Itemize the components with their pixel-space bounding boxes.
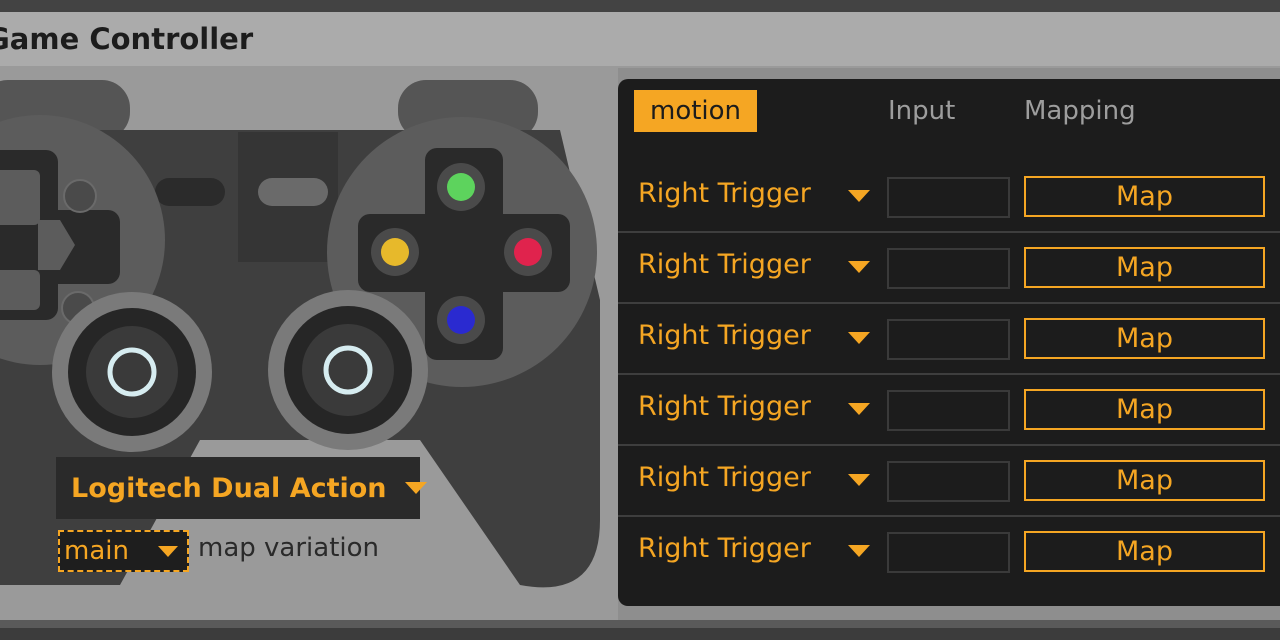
device-select-label: Logitech Dual Action xyxy=(71,472,387,504)
device-select[interactable]: Logitech Dual Action xyxy=(56,457,427,519)
map-variation-value: main xyxy=(64,536,129,566)
mapping-row: Right Trigger Map xyxy=(618,231,1280,304)
map-variation-select[interactable]: main xyxy=(58,530,189,572)
input-value-field[interactable] xyxy=(887,390,1010,431)
input-value-field[interactable] xyxy=(887,532,1010,573)
map-button[interactable]: Map xyxy=(1024,176,1265,217)
chevron-down-icon[interactable] xyxy=(848,474,870,486)
chevron-down-icon[interactable] xyxy=(848,332,870,344)
title-bar: Game Controller xyxy=(0,12,1280,68)
input-value-field[interactable] xyxy=(887,248,1010,289)
chevron-down-icon xyxy=(404,482,427,494)
select-button[interactable] xyxy=(155,178,225,206)
tab-input[interactable]: Input xyxy=(888,90,955,132)
start-button[interactable] xyxy=(258,178,328,206)
tab-motion[interactable]: motion xyxy=(634,90,758,132)
map-button[interactable]: Map xyxy=(1024,318,1265,359)
chevron-down-icon[interactable] xyxy=(848,545,870,557)
map-variation-label: map variation xyxy=(198,533,379,563)
mapping-row: Right Trigger Map xyxy=(618,162,1280,233)
mapping-row: Right Trigger Map xyxy=(618,302,1280,375)
mapping-row: Right Trigger Map xyxy=(618,444,1280,517)
input-value-field[interactable] xyxy=(887,177,1010,218)
right-analog-stick[interactable] xyxy=(268,290,428,450)
control-select-label[interactable]: Right Trigger xyxy=(638,320,811,351)
chevron-down-icon[interactable] xyxy=(848,261,870,273)
chevron-down-icon[interactable] xyxy=(848,190,870,202)
control-select-label[interactable]: Right Trigger xyxy=(638,533,811,564)
input-value-field[interactable] xyxy=(887,319,1010,360)
control-select-label[interactable]: Right Trigger xyxy=(638,462,811,493)
top-strip xyxy=(0,0,1280,12)
tab-mapping[interactable]: Mapping xyxy=(1024,90,1136,132)
mapping-row: Right Trigger Map xyxy=(618,373,1280,446)
chevron-down-icon xyxy=(158,545,178,557)
chevron-down-icon[interactable] xyxy=(848,403,870,415)
input-value-field[interactable] xyxy=(887,461,1010,502)
map-button[interactable]: Map xyxy=(1024,389,1265,430)
map-button[interactable]: Map xyxy=(1024,460,1265,501)
control-select-label[interactable]: Right Trigger xyxy=(638,249,811,280)
bottom-strip xyxy=(0,620,1280,640)
map-button[interactable]: Map xyxy=(1024,247,1265,288)
control-select-label[interactable]: Right Trigger xyxy=(638,391,811,422)
left-analog-stick[interactable] xyxy=(52,292,212,452)
window-title: Game Controller xyxy=(0,22,254,56)
mapping-row: Right Trigger Map xyxy=(618,515,1280,588)
mapping-panel: motion Input Mapping Right Trigger Map R… xyxy=(618,79,1280,606)
control-select-label[interactable]: Right Trigger xyxy=(638,178,811,209)
map-button[interactable]: Map xyxy=(1024,531,1265,572)
